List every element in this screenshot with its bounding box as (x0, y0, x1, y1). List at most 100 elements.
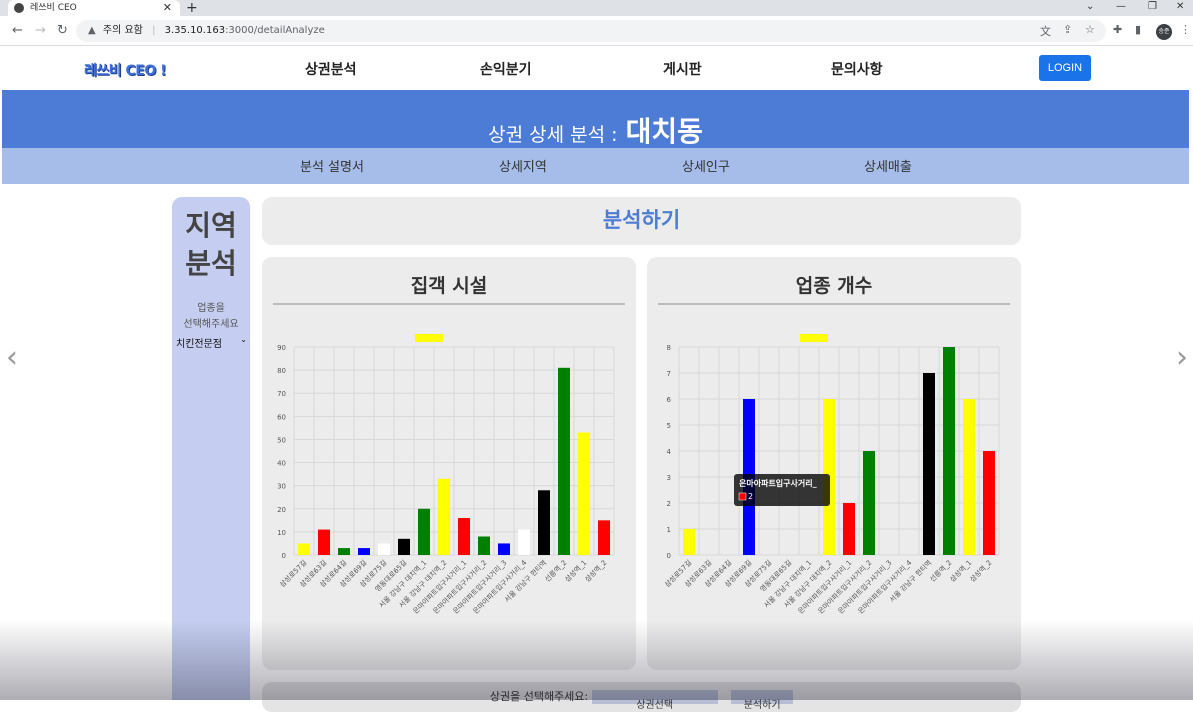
window-close-icon[interactable]: ✕ (1176, 0, 1184, 14)
globe-icon (14, 3, 24, 13)
y-tick-label: 50 (277, 436, 286, 444)
facilities-chart: 0102030405060708090삼성로57길삼성로63길삼성로64길삼성로… (277, 334, 615, 616)
industry-label: 업종을 선택해주세요 (172, 301, 250, 333)
legend-swatch (415, 334, 443, 342)
extensions-icon[interactable]: ✚ (1113, 23, 1122, 36)
bar (458, 518, 470, 555)
back-icon[interactable]: ← (12, 23, 23, 38)
bar (578, 432, 590, 555)
bar (683, 529, 695, 555)
nav-item-break-even[interactable]: 손익분기 (480, 59, 532, 79)
chevron-down-icon: ⌄ (240, 335, 247, 344)
bar (498, 543, 510, 555)
forward-icon[interactable]: → (35, 23, 46, 38)
tooltip-title: 은마아파트입구사거리_ (739, 478, 817, 488)
legend-swatch (800, 334, 828, 342)
district-select-value: 상권선택 (636, 700, 674, 711)
browser-tab-bar: 레쓰비 CEO ✕ + ⌄ — ❐ ✕ (0, 0, 1193, 16)
analyze-header-title: 분석하기 (602, 208, 681, 232)
tooltip-value: 2 (748, 492, 753, 501)
close-icon[interactable]: ✕ (163, 0, 172, 16)
site-logo[interactable]: 레쓰비 CEO ! (84, 60, 167, 80)
y-tick-label: 40 (277, 460, 286, 468)
chevron-down-icon[interactable]: ⌄ (1086, 0, 1094, 14)
bar (318, 529, 330, 555)
restore-icon[interactable]: ❐ (1148, 0, 1157, 14)
y-tick-label: 4 (667, 448, 672, 456)
nav-item-market-analysis[interactable]: 상권분석 (305, 59, 357, 79)
district-select-box: 상권을 선택해주세요: 상권선택 분석하기 (262, 682, 1021, 712)
chart-card-business-count: 업종 개수 0 1 2 3 4 5 6 7 8 삼성로57길 삼성로63길 삼성로64길 삼성로69길 삼… (647, 257, 1021, 670)
y-tick-label: 8 (667, 344, 671, 352)
bar (298, 543, 310, 555)
subnav-item-population[interactable]: 상세인구 (682, 156, 730, 175)
bar (558, 367, 570, 555)
bar (518, 529, 530, 555)
industry-select[interactable]: 치킨전문점 ⌄ (172, 335, 250, 350)
bar (943, 347, 955, 555)
subnav-item-sales[interactable]: 상세매출 (864, 156, 912, 175)
sidebar-title-line1: 지역 (185, 209, 237, 242)
menu-icon[interactable]: ⋮ (1180, 23, 1191, 36)
industry-label-line1: 업종을 (197, 303, 225, 314)
district-select-label: 상권을 선택해주세요: (489, 690, 589, 703)
new-tab-icon[interactable]: + (186, 0, 198, 16)
chart-title: 업종 개수 (795, 275, 873, 297)
login-button[interactable]: LOGIN (1039, 55, 1091, 81)
bar (398, 538, 410, 555)
minimize-icon[interactable]: — (1116, 0, 1126, 14)
prev-arrow-icon[interactable]: ‹ (6, 340, 18, 375)
tab-title: 레쓰비 CEO (30, 3, 77, 13)
reload-icon[interactable]: ↻ (57, 23, 68, 38)
share-icon[interactable]: ⇪ (1063, 23, 1072, 36)
translate-icon[interactable]: 文 (1040, 23, 1051, 39)
y-tick-label: 60 (277, 413, 286, 421)
industry-label-line2: 선택해주세요 (183, 319, 239, 330)
bar (843, 503, 855, 555)
y-tick-label: 7 (667, 370, 671, 378)
address-bar-area: ← → ↻ ▲ 주의 요함 | 3.35.10.163:3000/detailA… (0, 16, 1193, 46)
site-header: 레쓰비 CEO ! 상권분석 손익분기 게시판 문의사항 LOGIN (0, 46, 1193, 90)
bar (863, 451, 875, 555)
warning-icon: ▲ (88, 25, 96, 36)
y-tick-label: 2 (667, 500, 671, 508)
y-tick-label: 3 (667, 474, 671, 482)
sub-navigation: 분석 설명서 상세지역 상세인구 상세매출 (2, 148, 1189, 184)
chart-tooltip: 은마아파트입구사거리_ 2 (734, 474, 830, 506)
chart-card-facilities: 집객 시설 0 10 20 30 40 50 60 70 80 90 삼성로57길 삼성로63길 삼성로… (262, 257, 636, 670)
url-host: 3.35.10.163 (164, 25, 226, 36)
bar (963, 399, 975, 555)
bar (438, 478, 450, 555)
security-label: 주의 요함 (102, 25, 143, 36)
banner-area: 대치동 (625, 115, 703, 148)
y-tick-label: 5 (667, 422, 671, 430)
y-tick-label: 20 (277, 506, 286, 514)
chart-title: 집객 시설 (410, 275, 488, 297)
y-tick-label: 90 (277, 344, 286, 352)
y-tick-label: 70 (277, 390, 286, 398)
district-select[interactable]: 상권선택 (591, 690, 718, 711)
url-input[interactable]: ▲ 주의 요함 | 3.35.10.163:3000/detailAnalyze (76, 20, 1106, 42)
region-analysis-sidebar: 지역 분석 업종을 선택해주세요 치킨전문점 ⌄ (172, 197, 250, 700)
y-tick-label: 1 (667, 526, 671, 534)
x-tick-label: 삼성역_2 (583, 558, 609, 584)
bar (358, 548, 370, 555)
banner-label: 상권 상세 분석 : (488, 124, 618, 146)
profile-avatar[interactable]: 승준 (1156, 24, 1172, 40)
y-tick-label: 0 (667, 552, 671, 560)
star-icon[interactable]: ☆ (1085, 23, 1095, 36)
divider (658, 303, 1010, 305)
browser-tab[interactable]: 레쓰비 CEO ✕ (8, 0, 180, 16)
subnav-item-region[interactable]: 상세지역 (499, 156, 547, 175)
next-arrow-icon[interactable]: › (1176, 340, 1188, 375)
bar (598, 520, 610, 555)
subnav-item-guide[interactable]: 분석 설명서 (300, 156, 364, 175)
analyze-button[interactable]: 분석하기 (731, 690, 794, 711)
y-tick-label: 0 (282, 552, 286, 560)
nav-item-board[interactable]: 게시판 (663, 59, 702, 79)
url-path: :3000/detailAnalyze (225, 25, 325, 36)
sidepanel-icon[interactable]: ▮ (1135, 23, 1141, 36)
nav-item-inquiry[interactable]: 문의사항 (831, 59, 883, 79)
divider (273, 303, 625, 305)
sidebar-title: 지역 분석 (172, 207, 250, 283)
